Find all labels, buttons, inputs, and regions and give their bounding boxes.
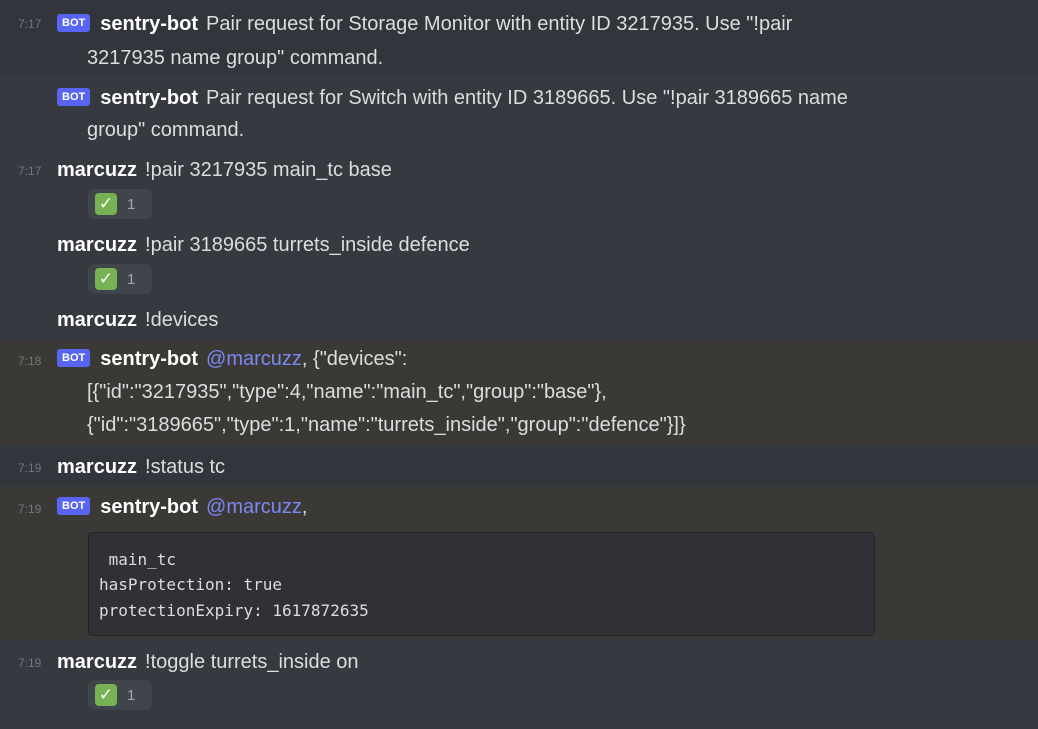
message-marcuzz-2: marcuzz !pair 3189665 turrets_inside defe… bbox=[0, 229, 1038, 295]
message-text: !devices bbox=[145, 309, 219, 331]
reaction-check[interactable]: ✓ 1 bbox=[88, 189, 152, 219]
code-block: main_tc hasProtection: true protectionEx… bbox=[88, 532, 875, 636]
timestamp: 7:19 bbox=[18, 656, 42, 670]
user-mention[interactable]: @marcuzz bbox=[206, 496, 302, 518]
bot-tag: BOT bbox=[57, 88, 91, 106]
message-text: Pair request for Switch with entity ID 3… bbox=[206, 87, 848, 109]
message-sentry-bot-3: 7:18 BOT sentry-bot @marcuzz, {"devices": … bbox=[0, 341, 1038, 445]
check-mark-icon: ✓ bbox=[95, 684, 117, 706]
reaction-count: 1 bbox=[127, 270, 136, 288]
message-marcuzz-5: 7:19 marcuzz !toggle turrets_inside on ✓ 1 bbox=[0, 646, 1038, 716]
bot-tag: BOT bbox=[57, 349, 91, 367]
author-name[interactable]: marcuzz bbox=[57, 159, 137, 181]
message-text: , {"devices": bbox=[301, 348, 408, 370]
message-text: !pair 3217935 main_tc base bbox=[145, 159, 392, 181]
code-line: hasProtection: true bbox=[99, 575, 283, 594]
author-name[interactable]: marcuzz bbox=[57, 309, 137, 331]
user-mention[interactable]: @marcuzz bbox=[206, 348, 302, 370]
message-marcuzz-1: 7:17 marcuzz !pair 3217935 main_tc base ✓… bbox=[0, 154, 1038, 220]
message-text-continued: [{"id":"3217935","type":4,"name":"main_t… bbox=[87, 381, 607, 403]
message-text: !status tc bbox=[145, 456, 226, 478]
code-line: protectionExpiry: 1617872635 bbox=[99, 601, 369, 620]
author-name[interactable]: marcuzz bbox=[57, 456, 137, 478]
timestamp: 7:19 bbox=[18, 502, 42, 516]
check-mark-icon: ✓ bbox=[95, 268, 117, 290]
author-name[interactable]: sentry-bot bbox=[100, 87, 198, 109]
author-name[interactable]: marcuzz bbox=[57, 651, 137, 673]
message-sentry-bot-2: BOT sentry-bot Pair request for Switch wit… bbox=[0, 80, 1038, 150]
message-text: !toggle turrets_inside on bbox=[145, 651, 359, 673]
message-text-continued: group" command. bbox=[87, 119, 245, 141]
author-name[interactable]: marcuzz bbox=[57, 234, 137, 256]
reaction-count: 1 bbox=[127, 195, 136, 213]
timestamp: 7:18 bbox=[18, 354, 42, 368]
timestamp: 7:19 bbox=[18, 461, 42, 475]
message-marcuzz-3: marcuzz !devices bbox=[0, 304, 1038, 338]
timestamp: 7:17 bbox=[18, 17, 42, 31]
message-text: !pair 3189665 turrets_inside defence bbox=[145, 234, 470, 256]
bot-tag: BOT bbox=[57, 497, 91, 515]
message-feed: 7:17 BOT sentry-bot Pair request for Stora… bbox=[0, 0, 1038, 729]
reaction-check[interactable]: ✓ 1 bbox=[88, 264, 152, 294]
timestamp: 7:17 bbox=[18, 164, 42, 178]
message-text-continued: 3217935 name group" command. bbox=[87, 47, 384, 69]
message-text: , bbox=[301, 496, 308, 518]
bot-tag: BOT bbox=[57, 14, 91, 32]
reaction-count: 1 bbox=[127, 686, 136, 704]
message-sentry-bot-1: 7:17 BOT sentry-bot Pair request for Stora… bbox=[0, 0, 1038, 74]
message-text: Pair request for Storage Monitor with en… bbox=[206, 13, 793, 35]
author-name[interactable]: sentry-bot bbox=[100, 496, 198, 518]
author-name[interactable]: sentry-bot bbox=[100, 348, 198, 370]
reaction-check[interactable]: ✓ 1 bbox=[88, 680, 152, 710]
code-line: main_tc bbox=[99, 550, 177, 569]
message-marcuzz-4: 7:19 marcuzz !status tc bbox=[0, 449, 1038, 485]
message-text-continued: {"id":"3189665","type":1,"name":"turrets… bbox=[87, 414, 686, 436]
check-mark-icon: ✓ bbox=[95, 193, 117, 215]
author-name[interactable]: sentry-bot bbox=[100, 13, 198, 35]
